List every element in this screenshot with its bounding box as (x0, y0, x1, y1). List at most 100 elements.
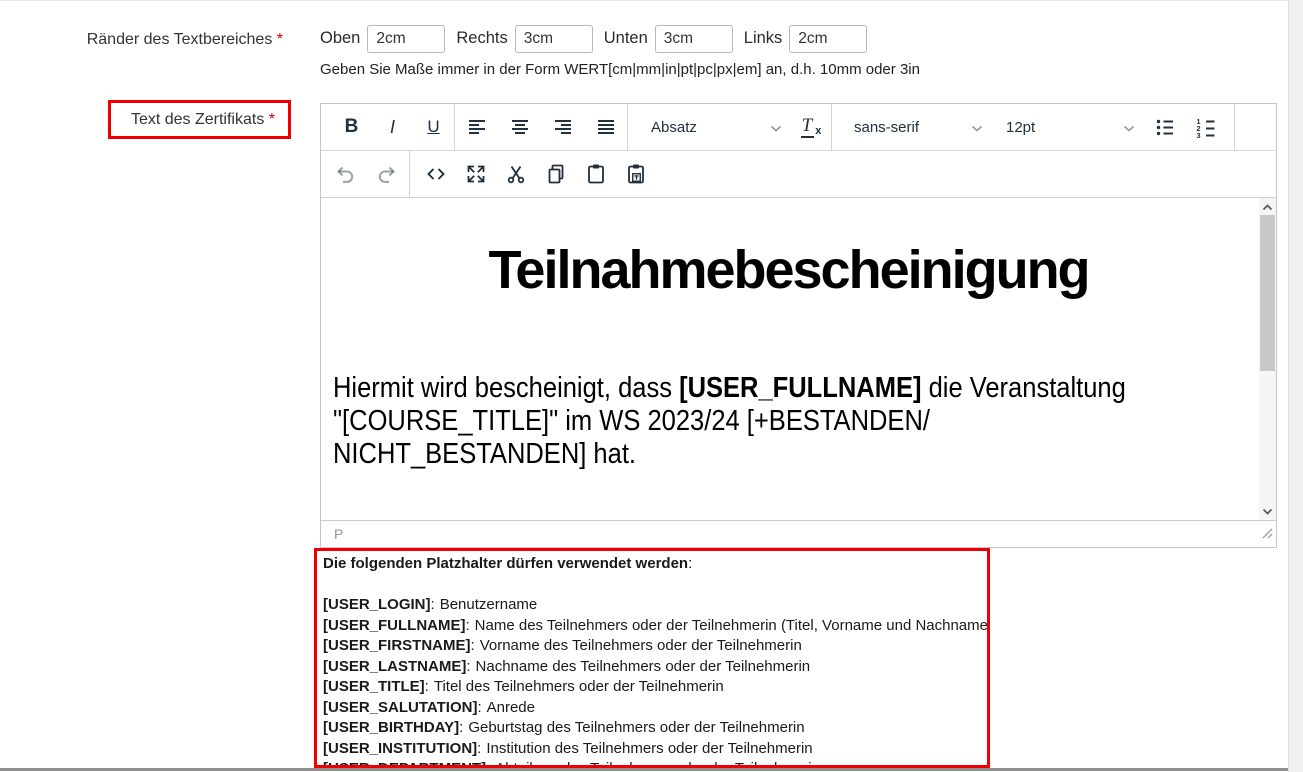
font-family-dropdown[interactable]: sans-serif (844, 110, 992, 144)
source-code-button[interactable] (416, 154, 456, 194)
editor-content-area[interactable]: Teilnahmebescheinigung Hiermit wird besc… (321, 198, 1276, 520)
placeholder-item: [USER_LASTNAME]:Nachname des Teilnehmers… (323, 657, 987, 678)
required-asterisk: * (277, 31, 283, 48)
blank-line (323, 575, 987, 596)
scrollbar-thumb[interactable] (1260, 215, 1275, 371)
editor-toolbar-row1: B I U Absatz Tx (321, 104, 1276, 151)
margin-top-input[interactable] (367, 25, 445, 53)
font-family-value: sans-serif (854, 119, 919, 136)
italic-icon: I (390, 117, 395, 138)
underline-button[interactable]: U (413, 107, 454, 147)
clear-formatting-icon: Tx (801, 116, 822, 138)
align-left-icon (465, 115, 489, 139)
font-size-value: 12pt (1006, 119, 1035, 136)
placeholder-item: [USER_INSTITUTION]:Institution des Teiln… (323, 739, 987, 760)
certificate-line-1: Hiermit wird bescheinigt, dass [USER_FUL… (333, 372, 1135, 405)
placeholder-item: [USER_FIRSTNAME]:Vorname des Teilnehmers… (323, 636, 987, 657)
align-right-button[interactable] (541, 107, 584, 147)
scroll-down-icon[interactable] (1259, 503, 1276, 519)
margin-right-input[interactable] (515, 25, 593, 53)
italic-button[interactable]: I (372, 107, 413, 147)
source-code-icon (424, 162, 448, 186)
paste-as-text-button[interactable] (616, 154, 656, 194)
margins-help-text: Geben Sie Maße immer in der Form WERT[cm… (320, 61, 920, 78)
certificate-line-3: NICHT_BESTANDEN] hat. (333, 438, 1135, 471)
align-center-button[interactable] (498, 107, 541, 147)
paste-button[interactable] (576, 154, 616, 194)
scissors-icon (504, 162, 528, 186)
placeholder-intro: Die folgenden Platzhalter dürfen verwend… (323, 554, 987, 575)
copy-icon (544, 162, 568, 186)
undo-icon (334, 162, 358, 186)
chevron-down-icon (770, 119, 782, 136)
block-format-dropdown[interactable]: Absatz (641, 110, 791, 144)
certificate-label-text: Text des Zertifikats (131, 111, 264, 129)
clipboard-text-icon (624, 162, 648, 186)
margin-inputs-row: Oben Rechts Unten Links (320, 23, 878, 54)
placeholder-item: [USER_TITLE]:Titel des Teilnehmers oder … (323, 677, 987, 698)
editor-toolbar-row2 (321, 151, 1276, 198)
clipboard-icon (584, 162, 608, 186)
redo-button[interactable] (366, 154, 406, 194)
clear-formatting-sub: x (815, 126, 821, 137)
page-scroll-gutter[interactable] (1288, 0, 1303, 772)
copy-button[interactable] (536, 154, 576, 194)
element-path[interactable]: P (334, 526, 343, 542)
bullet-list-icon (1153, 115, 1177, 139)
bold-icon: B (345, 116, 359, 138)
margin-right-label: Rechts (456, 29, 507, 48)
certificate-paragraph: Hiermit wird bescheinigt, dass [USER_FUL… (333, 372, 1244, 471)
required-asterisk: * (269, 111, 275, 129)
cut-button[interactable] (496, 154, 536, 194)
section-divider-bar (0, 768, 1288, 771)
block-format-value: Absatz (651, 119, 697, 136)
placeholder-item: [USER_LOGIN]:Benutzername (323, 595, 987, 616)
align-right-icon (551, 115, 575, 139)
margin-bottom-label: Unten (604, 29, 648, 48)
margin-left-label: Links (744, 29, 783, 48)
editor-scrollbar[interactable] (1259, 198, 1276, 520)
margin-bottom-input[interactable] (655, 25, 733, 53)
numbered-list-icon: 1 2 3 (1194, 115, 1218, 139)
chevron-down-icon (971, 119, 983, 136)
margins-field-label: Ränder des Textbereiches * (0, 31, 283, 49)
richtext-editor: B I U Absatz Tx (320, 103, 1277, 548)
toolbar-divider (831, 104, 832, 151)
certificate-text-label: Text des Zertifikats * (108, 100, 291, 139)
fullscreen-button[interactable] (456, 154, 496, 194)
toolbar-divider (409, 151, 410, 198)
toolbar-divider (627, 104, 628, 151)
chevron-down-icon (1123, 119, 1135, 136)
clear-formatting-letter: T (801, 116, 815, 138)
align-justify-icon (594, 115, 618, 139)
clear-formatting-button[interactable]: Tx (791, 107, 831, 147)
redo-icon (374, 162, 398, 186)
undo-button[interactable] (326, 154, 366, 194)
svg-text:3: 3 (1196, 131, 1200, 139)
margin-left-input[interactable] (789, 25, 867, 53)
underline-icon: U (427, 117, 439, 137)
toolbar-divider (1234, 104, 1235, 151)
top-divider (0, 0, 1288, 1)
editor-statusbar: P (321, 520, 1276, 547)
fullscreen-icon (464, 162, 488, 186)
margin-top-label: Oben (320, 29, 360, 48)
align-left-button[interactable] (455, 107, 498, 147)
certificate-heading: Teilnahmebescheinigung (333, 240, 1244, 300)
align-center-icon (508, 115, 532, 139)
placeholder-item: [USER_FULLNAME]:Name des Teilnehmers ode… (323, 616, 987, 637)
font-size-dropdown[interactable]: 12pt (996, 110, 1144, 144)
bold-button[interactable]: B (331, 107, 372, 147)
certificate-line-2: "[COURSE_TITLE]" im WS 2023/24 [+BESTAND… (333, 405, 1135, 438)
bullet-list-button[interactable] (1144, 107, 1185, 147)
placeholder-item: [USER_DEPARTMENT]:Abteilung des Teilnehm… (323, 759, 987, 768)
resize-grip-icon[interactable] (1260, 526, 1273, 544)
placeholder-info-box: Die folgenden Platzhalter dürfen verwend… (314, 548, 990, 768)
margins-label-text: Ränder des Textbereiches (87, 31, 273, 48)
placeholder-item: [USER_SALUTATION]:Anrede (323, 698, 987, 719)
scroll-up-icon[interactable] (1259, 199, 1276, 215)
certificate-document: Teilnahmebescheinigung Hiermit wird besc… (321, 198, 1276, 471)
placeholder-item: [USER_BIRTHDAY]:Geburtstag des Teilnehme… (323, 718, 987, 739)
numbered-list-button[interactable]: 1 2 3 (1185, 107, 1226, 147)
align-justify-button[interactable] (584, 107, 627, 147)
